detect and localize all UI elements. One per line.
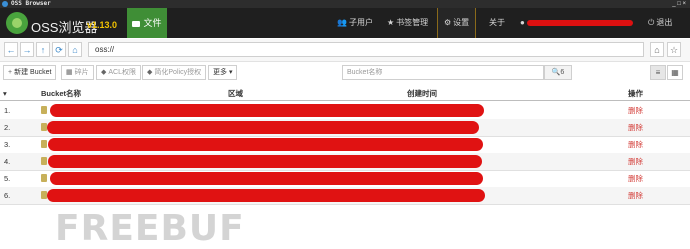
row-redaction bbox=[50, 104, 484, 117]
nav-sub-users[interactable]: 👥 子用户 bbox=[337, 8, 373, 38]
more-label: 更多 bbox=[213, 69, 227, 76]
shield-icon: ◆ bbox=[101, 69, 107, 76]
row-redaction bbox=[48, 138, 483, 151]
toolbar: + 新建 Bucket ▦ 碎片 ◆ ACL权限 ◆ 简化Policy授权 更多 ▾ B… bbox=[0, 62, 690, 84]
app-version: v1.13.0 bbox=[87, 20, 118, 30]
home-button[interactable]: ⌂ bbox=[68, 42, 82, 57]
row-index: 6. bbox=[4, 191, 11, 200]
home-bookmark-button[interactable]: ⌂ bbox=[650, 42, 664, 57]
fragments-button[interactable]: ▦ 碎片 bbox=[61, 65, 94, 80]
delete-link[interactable]: 删除 bbox=[628, 153, 643, 170]
bucket-icon bbox=[41, 157, 47, 165]
row-index: 3. bbox=[4, 140, 11, 149]
watermark: FREEBUF bbox=[55, 208, 245, 249]
plus-icon: + bbox=[8, 69, 13, 76]
app-icon bbox=[2, 1, 8, 7]
nav-logout[interactable]: ⏻ 退出 bbox=[648, 8, 672, 38]
star-icon: ★ bbox=[387, 18, 395, 27]
col-bucket-name[interactable]: Bucket名称 bbox=[41, 87, 81, 100]
bucket-icon bbox=[41, 140, 47, 148]
address-input[interactable]: oss:// bbox=[88, 42, 644, 57]
gear-icon: ⚙ bbox=[444, 18, 452, 27]
tab-file-label: 文件 bbox=[143, 18, 162, 28]
nav-settings-label: 设置 bbox=[453, 18, 470, 27]
top-navbar: OSS浏览器 v1.13.0 文件 👥 子用户 ★ 书签管理 ⚙ 设置 关于 ● ⏻ 退… bbox=[0, 8, 690, 38]
row-redaction bbox=[50, 172, 483, 185]
nav-about-label: 关于 bbox=[489, 18, 505, 27]
table-row[interactable]: 3. 删除 bbox=[0, 136, 690, 154]
username-redacted bbox=[527, 20, 633, 26]
user-icon: ● bbox=[520, 18, 525, 27]
nav-bookmarks[interactable]: ★ 书签管理 bbox=[387, 8, 428, 38]
nav-bookmarks-label: 书签管理 bbox=[396, 18, 429, 27]
row-redaction bbox=[48, 155, 482, 168]
table-row[interactable]: 2. 删除 bbox=[0, 119, 690, 137]
refresh-button[interactable]: ⟳ bbox=[52, 42, 66, 57]
up-button[interactable]: ↑ bbox=[36, 42, 50, 57]
nav-about[interactable]: 关于 bbox=[489, 8, 505, 38]
caret-down-icon: ▾ bbox=[227, 69, 233, 76]
new-bucket-label: 新建 Bucket bbox=[14, 69, 52, 76]
nav-settings[interactable]: ⚙ 设置 bbox=[437, 8, 477, 38]
fragments-label: 碎片 bbox=[74, 69, 89, 76]
window-title: OSS Browser bbox=[11, 0, 51, 7]
policy-shield-icon: ◆ bbox=[147, 69, 153, 76]
row-index: 5. bbox=[4, 174, 11, 183]
policy-label: 简化Policy授权 bbox=[154, 69, 202, 76]
bucket-icon bbox=[41, 106, 47, 114]
row-index: 1. bbox=[4, 106, 11, 115]
row-redaction bbox=[47, 189, 485, 202]
table-row[interactable]: 5. 删除 bbox=[0, 170, 690, 188]
address-bar: ← → ↑ ⟳ ⌂ oss:// ⌂ ☆ bbox=[0, 39, 690, 62]
folder-icon bbox=[132, 21, 141, 27]
back-button[interactable]: ← bbox=[4, 42, 18, 57]
nav-logout-label: 退出 bbox=[656, 18, 673, 27]
acl-label: ACL权限 bbox=[108, 69, 137, 76]
tab-file[interactable]: 文件 bbox=[127, 8, 167, 38]
table-row[interactable]: 4. 删除 bbox=[0, 153, 690, 171]
table-row[interactable]: 6. 删除 bbox=[0, 187, 690, 205]
search-count: 6 bbox=[560, 69, 565, 76]
bucket-table-header: ▾ Bucket名称 区域 创建时间 操作 bbox=[0, 87, 690, 101]
fragments-icon: ▦ bbox=[66, 69, 73, 76]
search-button[interactable]: 🔍6 bbox=[544, 65, 572, 80]
forward-button[interactable]: → bbox=[20, 42, 34, 57]
delete-link[interactable]: 删除 bbox=[628, 136, 643, 153]
col-actions: 操作 bbox=[628, 89, 643, 98]
col-created-time[interactable]: 创建时间 bbox=[407, 87, 437, 100]
row-index: 2. bbox=[4, 123, 11, 132]
power-icon: ⏻ bbox=[648, 18, 655, 27]
app-logo-icon bbox=[6, 12, 28, 34]
grid-view-button[interactable]: ▦ bbox=[667, 65, 683, 80]
delete-link[interactable]: 删除 bbox=[628, 187, 643, 204]
users-icon: 👥 bbox=[337, 18, 347, 27]
more-dropdown[interactable]: 更多 ▾ bbox=[208, 65, 238, 80]
window-controls[interactable]: _ □ × bbox=[672, 0, 686, 8]
col-region[interactable]: 区域 bbox=[228, 87, 243, 100]
policy-button[interactable]: ◆ 简化Policy授权 bbox=[142, 65, 207, 80]
new-bucket-button[interactable]: + 新建 Bucket bbox=[3, 65, 57, 80]
acl-button[interactable]: ◆ ACL权限 bbox=[96, 65, 142, 80]
delete-link[interactable]: 删除 bbox=[628, 170, 643, 187]
table-row[interactable]: 1. 删除 bbox=[0, 102, 690, 120]
star-bookmark-button[interactable]: ☆ bbox=[667, 42, 681, 57]
sort-indicator: ▾ bbox=[3, 89, 7, 98]
window-titlebar: OSS Browser _ □ × bbox=[0, 0, 690, 8]
delete-link[interactable]: 删除 bbox=[628, 119, 643, 136]
nav-sub-users-label: 子用户 bbox=[348, 18, 373, 27]
list-view-button[interactable]: ≡ bbox=[650, 65, 666, 80]
row-index: 4. bbox=[4, 157, 11, 166]
row-redaction bbox=[47, 121, 479, 134]
delete-link[interactable]: 删除 bbox=[628, 102, 643, 119]
bucket-icon bbox=[41, 174, 47, 182]
bucket-search-input[interactable]: Bucket名称 bbox=[342, 65, 544, 80]
